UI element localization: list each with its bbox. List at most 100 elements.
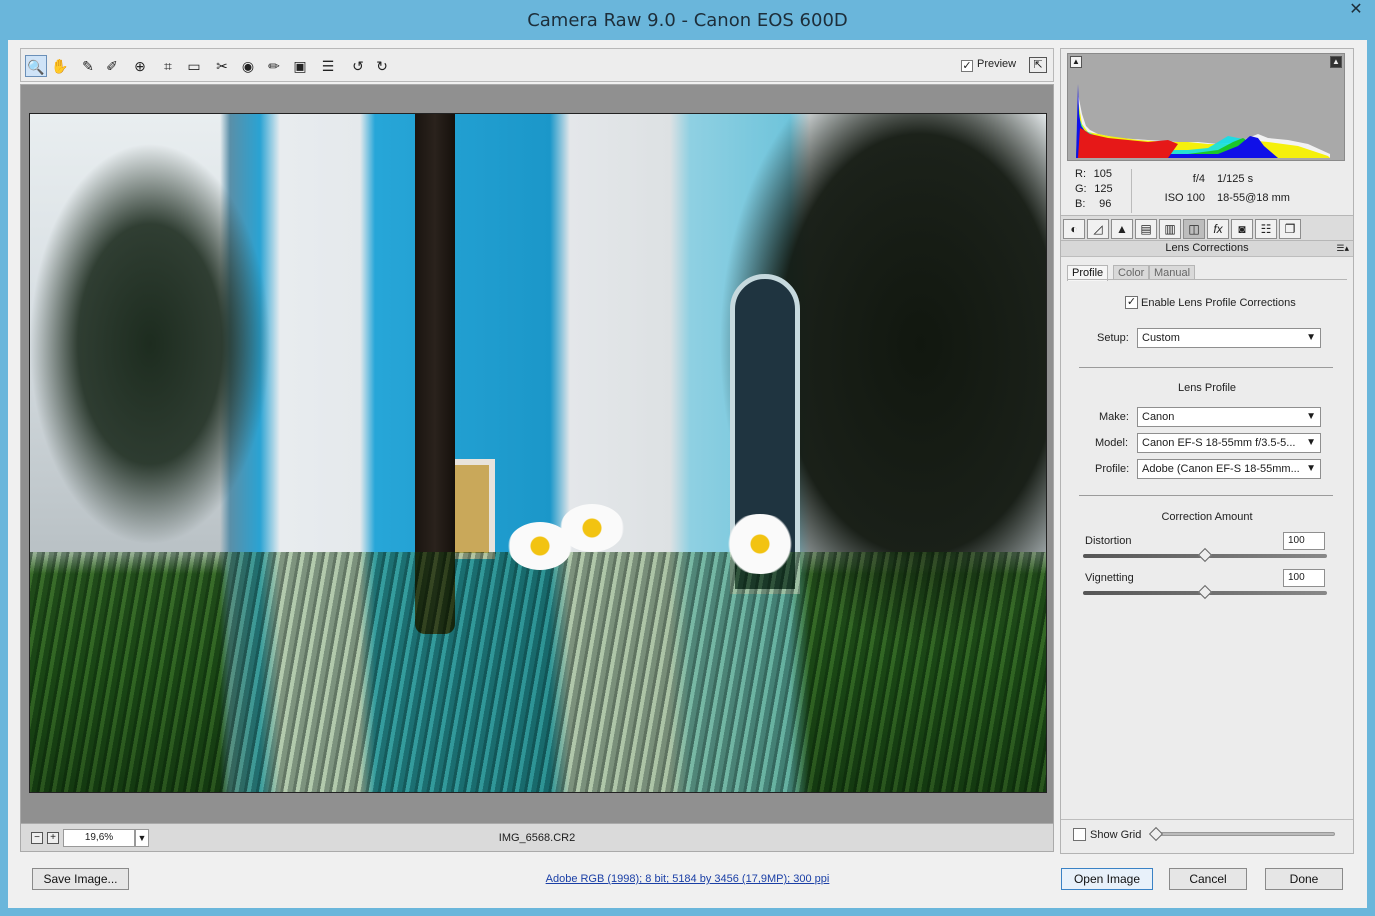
vignetting-label: Vignetting xyxy=(1085,572,1134,584)
cancel-button[interactable]: Cancel xyxy=(1169,868,1247,890)
grid-size-slider-thumb[interactable] xyxy=(1148,826,1164,842)
b-value: 96 xyxy=(1099,198,1112,210)
preview-checkbox[interactable]: ✓ xyxy=(961,60,973,72)
lens-profile-heading: Lens Profile xyxy=(1177,382,1237,394)
red-eye-removal-icon[interactable]: ◉ xyxy=(237,55,259,77)
exif-info: f/4 1/125 s ISO 100 18-55@18 mm xyxy=(1159,170,1290,208)
panel-tab-strip: ◐ ◿ ▲ ▤ ▥ ◫ fx ◙ ☷ ❐ xyxy=(1061,215,1353,241)
title-bar: Camera Raw 9.0 - Canon EOS 600D ✕ xyxy=(0,0,1375,40)
make-label: Make: xyxy=(1099,411,1129,423)
vignetting-slider-thumb[interactable] xyxy=(1197,584,1213,600)
chevron-down-icon: ▼ xyxy=(1306,463,1316,474)
show-grid-label: Show Grid xyxy=(1090,829,1142,841)
grid-size-slider[interactable] xyxy=(1148,826,1335,842)
window-title: Camera Raw 9.0 - Canon EOS 600D xyxy=(527,10,848,31)
model-label: Model: xyxy=(1095,437,1129,449)
image-status-bar: − + 19,6% ▼ IMG_6568.CR2 xyxy=(20,824,1054,852)
targeted-adjustment-tool-icon[interactable]: ⊕ xyxy=(129,55,151,77)
adjustment-brush-icon[interactable]: ✏ xyxy=(263,55,285,77)
white-balance-tool-icon[interactable]: ✎ xyxy=(77,55,99,77)
camera-calibration-tab-icon[interactable]: ◙ xyxy=(1231,219,1253,239)
crop-tool-icon[interactable]: ⌗ xyxy=(157,55,179,77)
graduated-filter-icon[interactable]: ▣ xyxy=(289,55,311,77)
panel-menu-icon[interactable]: ☰▴ xyxy=(1336,241,1349,256)
histogram: ▲ ▲ xyxy=(1067,53,1345,161)
subtab-color[interactable]: Color xyxy=(1113,265,1150,280)
detail-tab-icon[interactable]: ▲ xyxy=(1111,219,1133,239)
hand-tool-icon[interactable]: ✋ xyxy=(49,55,71,77)
distortion-label: Distortion xyxy=(1085,535,1132,547)
profile-value: Adobe (Canon EF-S 18-55mm... xyxy=(1142,463,1300,475)
setup-value: Custom xyxy=(1142,332,1180,344)
close-icon[interactable]: ✕ xyxy=(1341,0,1371,20)
make-value: Canon xyxy=(1142,411,1175,423)
make-dropdown[interactable]: Canon ▼ xyxy=(1137,407,1321,427)
adjustments-panel: ▲ ▲ R: 105 G: 125 B: 96 f/4 1/125 s ISO 100 1… xyxy=(1060,48,1354,854)
pixel-readout: R: 105 G: 125 B: 96 f/4 1/125 s ISO 100 18-55… xyxy=(1075,167,1345,217)
rgb-values: R: 105 G: 125 B: 96 xyxy=(1075,167,1113,212)
split-toning-tab-icon[interactable]: ▥ xyxy=(1159,219,1181,239)
hsl-tab-icon[interactable]: ▤ xyxy=(1135,219,1157,239)
section-title: Lens Corrections xyxy=(1165,242,1249,254)
r-value: 105 xyxy=(1093,168,1112,180)
photo-grass xyxy=(30,552,1046,792)
color-sampler-tool-icon[interactable]: ✐ xyxy=(101,55,123,77)
subtab-baseline xyxy=(1067,279,1347,280)
model-dropdown[interactable]: Canon EF-S 18-55mm f/3.5-5... ▼ xyxy=(1137,433,1321,453)
highlight-clipping-warning-icon[interactable]: ▲ xyxy=(1330,56,1342,68)
section-header: Lens Corrections ☰▴ xyxy=(1061,241,1353,257)
chevron-down-icon: ▼ xyxy=(1306,437,1316,448)
preview-toggle[interactable]: ✓ Preview xyxy=(961,58,1016,72)
distortion-slider-thumb[interactable] xyxy=(1197,547,1213,563)
lens-value: 18-55@18 mm xyxy=(1217,192,1290,204)
snapshots-tab-icon[interactable]: ❐ xyxy=(1279,219,1301,239)
profile-label: Profile: xyxy=(1095,463,1130,475)
chevron-down-icon: ▼ xyxy=(1306,332,1316,343)
done-button[interactable]: Done xyxy=(1265,868,1343,890)
rotate-left-icon[interactable]: ↺ xyxy=(347,55,369,77)
show-grid-checkbox[interactable] xyxy=(1073,828,1086,841)
chevron-down-icon: ▼ xyxy=(1306,411,1316,422)
photo-daisy xyxy=(720,514,800,574)
fullscreen-icon[interactable]: ⇱ xyxy=(1029,57,1047,73)
tool-bar: 🔍 ✋ ✎ ✐ ⊕ ⌗ ▭ ✂ ◉ ✏ ▣ ☰ ↺ ↻ ✓ Preview ⇱ xyxy=(20,48,1054,82)
setup-dropdown[interactable]: Custom ▼ xyxy=(1137,328,1321,348)
photo-daisy xyxy=(560,504,624,552)
rotate-right-icon[interactable]: ↻ xyxy=(371,55,393,77)
preferences-list-icon[interactable]: ☰ xyxy=(317,55,339,77)
tone-curve-tab-icon[interactable]: ◿ xyxy=(1087,219,1109,239)
zoom-tool-icon[interactable]: 🔍 xyxy=(25,55,47,77)
enable-lens-profile-checkbox[interactable]: ✓ xyxy=(1125,296,1138,309)
vignetting-slider[interactable] xyxy=(1083,584,1327,600)
effects-tab-icon[interactable]: fx xyxy=(1207,219,1229,239)
profile-dropdown[interactable]: Adobe (Canon EF-S 18-55mm... ▼ xyxy=(1137,459,1321,479)
presets-tab-icon[interactable]: ☷ xyxy=(1255,219,1277,239)
b-label: B: xyxy=(1075,198,1086,210)
vignetting-value-field[interactable]: 100 xyxy=(1283,569,1325,587)
g-value: 125 xyxy=(1094,183,1113,195)
preview-label: Preview xyxy=(977,58,1017,70)
image-filename: IMG_6568.CR2 xyxy=(498,832,576,844)
basic-tab-icon[interactable]: ◐ xyxy=(1063,219,1085,239)
lens-corrections-tab-icon[interactable]: ◫ xyxy=(1183,219,1205,239)
readout-divider xyxy=(1131,169,1132,213)
subtab-manual[interactable]: Manual xyxy=(1149,265,1196,280)
distortion-slider[interactable] xyxy=(1083,547,1327,563)
iso-value: ISO 100 xyxy=(1164,192,1205,204)
shadow-clipping-warning-icon[interactable]: ▲ xyxy=(1070,56,1082,68)
setup-label: Setup: xyxy=(1097,332,1129,344)
straighten-tool-icon[interactable]: ▭ xyxy=(183,55,205,77)
spot-removal-tool-icon[interactable]: ✂ xyxy=(211,55,233,77)
distortion-value-field[interactable]: 100 xyxy=(1283,532,1325,550)
image-canvas[interactable] xyxy=(20,84,1054,824)
divider xyxy=(1079,367,1333,368)
workflow-options-link[interactable]: Adobe RGB (1998); 8 bit; 5184 by 3456 (1… xyxy=(8,873,1367,885)
model-value: Canon EF-S 18-55mm f/3.5-5... xyxy=(1142,437,1296,449)
aperture-value: f/4 xyxy=(1192,173,1205,185)
correction-amount-heading: Correction Amount xyxy=(1161,511,1253,523)
enable-lens-profile-label: Enable Lens Profile Corrections xyxy=(1141,297,1296,309)
photo-preview[interactable] xyxy=(29,113,1047,793)
g-label: G: xyxy=(1075,183,1087,195)
divider xyxy=(1079,495,1333,496)
open-image-button[interactable]: Open Image xyxy=(1061,868,1153,890)
